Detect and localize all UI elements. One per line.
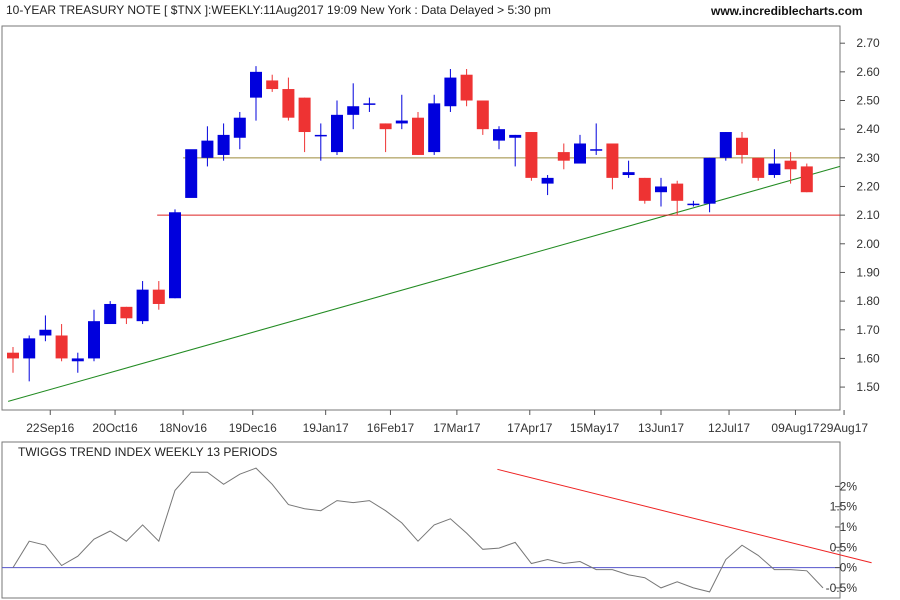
- y-tick-label: 2.40: [856, 122, 880, 136]
- price-y-axis: 2.70 2.60 2.50 2.40 2.30 2.20 2.10 2.00 1.90 1.80…: [840, 36, 880, 394]
- x-tick-label: 19Jan17: [303, 421, 349, 435]
- candle-body: [655, 186, 667, 193]
- candle-body: [314, 134, 327, 137]
- indicator-tick-label: -0.5%: [826, 581, 858, 595]
- x-tick-label: 16Feb17: [367, 421, 415, 435]
- y-tick-label: 1.50: [856, 380, 880, 394]
- candlestick-series: [7, 66, 813, 382]
- x-tick-label: 20Oct16: [92, 421, 138, 435]
- candle-body: [752, 157, 765, 178]
- candle-body: [379, 123, 392, 130]
- y-tick-label: 1.80: [856, 294, 880, 308]
- candle-body: [444, 77, 457, 107]
- y-tick-label: 2.20: [856, 179, 880, 193]
- candle-body: [266, 80, 279, 90]
- x-tick-label: 18Nov16: [159, 421, 207, 435]
- indicator-title: TWIGGS TREND INDEX WEEKLY 13 PERIODS: [18, 445, 277, 459]
- site-brand: www.incrediblecharts.com: [710, 4, 863, 18]
- candle-body: [169, 212, 181, 299]
- candle-body: [428, 103, 441, 153]
- candle-body: [574, 143, 586, 164]
- indicator-tick-label: 1.5%: [830, 500, 858, 514]
- x-tick-label: 17Mar17: [433, 421, 481, 435]
- x-tick-label: 17Apr17: [507, 421, 553, 435]
- candle-body: [622, 172, 635, 176]
- x-tick-label: 09Aug17: [771, 421, 819, 435]
- date-x-axis: 22Sep16 20Oct16 18Nov16 19Dec16 19Jan17 16Feb…: [26, 410, 868, 435]
- candle-body: [606, 143, 619, 178]
- candle-body: [201, 140, 214, 158]
- indicator-tick-label: 1%: [840, 520, 858, 534]
- x-tick-label: 12Jul17: [708, 421, 750, 435]
- candle-body: [152, 289, 165, 304]
- candle-body: [493, 129, 505, 141]
- chart-canvas: 10-YEAR TREASURY NOTE [ $TNX ]:WEEKLY:11…: [1, 3, 880, 599]
- candle-body: [7, 352, 19, 359]
- candle-body: [88, 321, 100, 359]
- candle-body: [250, 71, 262, 98]
- x-tick-label: 13Jun17: [638, 421, 684, 435]
- x-tick-label: 19Dec16: [229, 421, 277, 435]
- candle-body: [55, 335, 68, 359]
- candle-body: [768, 163, 781, 176]
- x-tick-label: 22Sep16: [26, 421, 74, 435]
- candle-body: [800, 166, 813, 193]
- candle-body: [282, 89, 295, 118]
- y-tick-label: 1.60: [856, 351, 880, 365]
- candle-body: [703, 157, 716, 204]
- candle-body: [347, 106, 360, 115]
- y-tick-label: 1.90: [856, 265, 880, 279]
- indicator-panel-frame: [1, 441, 841, 599]
- y-tick-label: 2.50: [856, 94, 880, 108]
- indicator-tick-label: 2%: [840, 479, 858, 493]
- indicator-line: [12, 467, 824, 593]
- indicator-y-axis: 2% 1.5% 1% 0.5% 0% -0.5%: [826, 479, 858, 595]
- candle-body: [638, 177, 651, 201]
- candle-body: [71, 358, 84, 362]
- price-panel-frame: [1, 25, 841, 411]
- candle-body: [557, 152, 570, 161]
- y-tick-label: 2.60: [856, 65, 880, 79]
- y-tick-label: 1.70: [856, 323, 880, 337]
- candle-body: [217, 134, 230, 155]
- candle-body: [509, 134, 522, 138]
- candle-body: [541, 177, 554, 184]
- candle-body: [590, 149, 603, 151]
- candle-body: [39, 329, 52, 336]
- chart-title: 10-YEAR TREASURY NOTE [ $TNX ]:WEEKLY:11…: [6, 3, 551, 17]
- candle-body: [185, 149, 198, 198]
- candle-body: [460, 74, 473, 101]
- candle-body: [363, 103, 376, 105]
- indicator-tick-label: 0%: [840, 561, 858, 575]
- candle-body: [233, 117, 246, 138]
- candle-body: [412, 117, 424, 155]
- x-tick-label: 29Aug17: [820, 421, 868, 435]
- candle-body: [136, 289, 149, 322]
- candle-body: [525, 132, 538, 178]
- candle-body: [298, 97, 311, 133]
- candle-body: [719, 132, 732, 158]
- y-tick-label: 2.30: [856, 151, 880, 165]
- y-tick-label: 2.70: [856, 36, 880, 50]
- candle-body: [395, 120, 408, 124]
- y-tick-label: 2.00: [856, 237, 880, 251]
- twiggs-trend-index: [2, 467, 872, 593]
- indicator-trendline: [497, 468, 872, 564]
- candle-body: [476, 100, 489, 130]
- candle-body: [784, 160, 797, 170]
- candle-body: [120, 306, 133, 319]
- indicator-tick-label: 0.5%: [830, 540, 858, 554]
- candle-body: [331, 114, 343, 153]
- candle-body: [736, 137, 748, 155]
- x-tick-label: 15May17: [570, 421, 620, 435]
- candle-body: [23, 338, 36, 359]
- candle-body: [671, 183, 684, 201]
- y-tick-label: 2.10: [856, 208, 880, 222]
- candle-body: [687, 203, 700, 206]
- candle-body: [104, 303, 117, 325]
